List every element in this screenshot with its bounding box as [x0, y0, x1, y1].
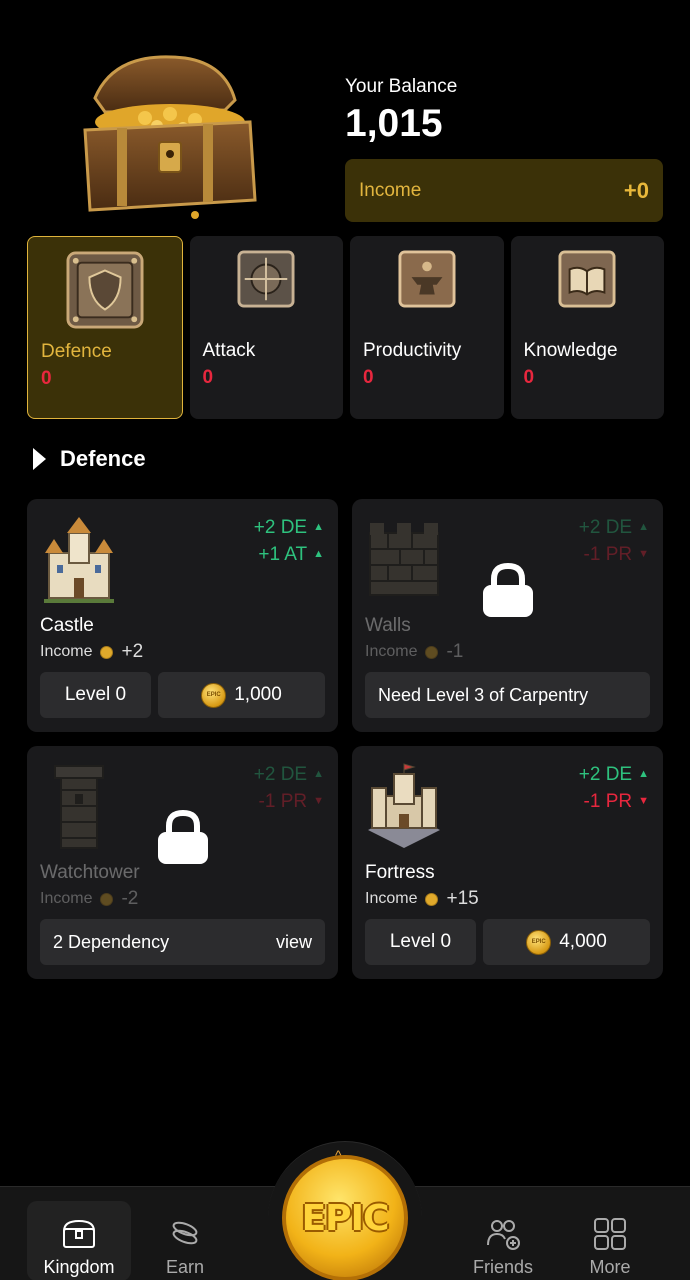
balance-value: 1,015: [345, 102, 443, 145]
tab-defence-label: Defence: [41, 341, 112, 362]
up-arrow-icon: ▲: [313, 768, 324, 780]
bottom-nav: ^ Kingdom Earn EPIC Friends: [0, 1141, 690, 1280]
building-card-walls[interactable]: +2 DE ▲ -1 PR ▼ Walls Income -1 Need Level…: [352, 499, 663, 732]
epic-center-label: EPIC: [301, 1197, 390, 1239]
fortress-name: Fortress: [365, 862, 435, 883]
castle-buy-button[interactable]: EPIC 1,000: [158, 672, 325, 718]
book-icon: [558, 250, 616, 308]
castle-income: Income +2: [40, 641, 144, 662]
tab-productivity-label: Productivity: [363, 340, 462, 361]
castle-bonus-2: +1 AT: [258, 544, 308, 565]
lock-icon: [483, 563, 533, 617]
epic-coin-icon: EPIC: [526, 929, 552, 955]
walls-bonus-1: +2 DE: [578, 517, 633, 538]
fortress-price: 4,000: [559, 931, 607, 952]
walls-bonus-2: -1 PR: [583, 544, 633, 565]
coin-icon: [100, 645, 114, 659]
nav-more-label: More: [589, 1257, 631, 1277]
nav-kingdom[interactable]: Kingdom: [27, 1201, 131, 1280]
nav-friends-label: Friends: [472, 1257, 534, 1277]
crosshair-icon: [237, 250, 295, 308]
category-tabs: Defence 0 Attack 0 Productivity 0 Knowle…: [27, 236, 664, 419]
watchtower-bonus: +2 DE ▲ -1 PR ▼: [254, 761, 324, 815]
grid-icon: [594, 1218, 626, 1250]
collapse-triangle-icon: [33, 448, 46, 470]
income-summary: Income +0: [345, 159, 663, 222]
tab-attack[interactable]: Attack 0: [189, 236, 343, 419]
fortress-income: Income +15: [365, 888, 479, 909]
walls-requirement: Need Level 3 of Carpentry: [365, 672, 650, 718]
fortress-bonus: +2 DE ▲ -1 PR ▼: [579, 761, 649, 815]
income-label: Income: [359, 179, 422, 201]
tab-productivity[interactable]: Productivity 0: [350, 236, 504, 419]
coin-icon: [100, 892, 114, 906]
epic-coin-icon: EPIC: [201, 682, 227, 708]
tab-defence[interactable]: Defence 0: [27, 236, 183, 419]
treasure-chest-image: [83, 55, 257, 219]
section-heading[interactable]: Defence: [33, 446, 146, 472]
fortress-buy-button[interactable]: EPIC 4,000: [483, 919, 650, 965]
castle-bonus-1: +2 DE: [253, 517, 308, 538]
shield-icon: [66, 251, 144, 329]
tab-knowledge[interactable]: Knowledge 0: [510, 236, 664, 419]
tab-attack-label: Attack: [202, 340, 256, 361]
watchtower-bonus-2: -1 PR: [258, 791, 308, 812]
up-arrow-icon: ▲: [638, 521, 649, 533]
nav-earn[interactable]: Earn: [133, 1201, 237, 1280]
nav-earn-label: Earn: [165, 1257, 205, 1277]
building-card-watchtower[interactable]: +2 DE ▲ -1 PR ▼ Watchtower Income -2 2 Dep…: [27, 746, 338, 979]
castle-level: Level 0: [40, 672, 151, 718]
nav-friends[interactable]: Friends: [451, 1201, 555, 1280]
watchtower-income: Income -2: [40, 888, 139, 909]
chest-icon: [63, 1219, 95, 1248]
nav-more[interactable]: More: [558, 1201, 662, 1280]
building-card-fortress[interactable]: +2 DE ▲ -1 PR ▼ Fortress Income +15 Level …: [352, 746, 663, 979]
watchtower-bonus-1: +2 DE: [253, 764, 308, 785]
walls-name: Walls: [365, 615, 411, 636]
castle-bonus: +2 DE ▲ +1 AT ▲: [254, 514, 324, 568]
tab-knowledge-count: 0: [523, 367, 535, 388]
dependency-label: 2 Dependency: [53, 931, 170, 952]
walls-bonus: +2 DE ▲ -1 PR ▼: [579, 514, 649, 568]
tab-knowledge-label: Knowledge: [523, 340, 618, 361]
castle-icon: [44, 517, 114, 603]
fortress-bonus-2: -1 PR: [583, 791, 633, 812]
fortress-icon: [368, 763, 440, 848]
up-arrow-icon: ▲: [313, 548, 324, 560]
castle-name: Castle: [40, 615, 94, 636]
lock-icon: [158, 810, 208, 864]
down-arrow-icon: ▼: [638, 795, 649, 807]
walls-income: Income -1: [365, 641, 464, 662]
wall-icon: [369, 523, 439, 596]
fortress-level: Level 0: [365, 919, 476, 965]
nav-kingdom-label: Kingdom: [43, 1257, 115, 1277]
tab-productivity-count: 0: [363, 367, 374, 388]
up-arrow-icon: ▲: [313, 521, 324, 533]
down-arrow-icon: ▼: [638, 548, 649, 560]
income-value: +0: [623, 177, 649, 203]
balance-label: Your Balance: [345, 76, 458, 97]
castle-price: 1,000: [234, 684, 282, 705]
view-dependency-link[interactable]: view: [276, 932, 312, 953]
fortress-bonus-1: +2 DE: [578, 764, 633, 785]
down-arrow-icon: ▼: [313, 795, 324, 807]
coin-icon: [425, 892, 439, 906]
watchtower-name: Watchtower: [40, 862, 140, 883]
watchtower-dependency[interactable]: 2 Dependency view: [40, 919, 325, 965]
friends-icon: [487, 1220, 520, 1250]
watchtower-icon: [54, 765, 104, 849]
section-title: Defence: [60, 446, 146, 471]
building-card-castle[interactable]: +2 DE ▲ +1 AT ▲ Castle Income +2 Level 0 E…: [27, 499, 338, 732]
up-arrow-icon: ▲: [638, 768, 649, 780]
coin-icon: [425, 645, 439, 659]
tab-attack-count: 0: [202, 367, 214, 388]
coins-icon: [172, 1221, 198, 1245]
tab-defence-count: 0: [41, 368, 52, 389]
epic-center-button[interactable]: EPIC: [282, 1155, 408, 1280]
anvil-icon: [398, 250, 456, 308]
